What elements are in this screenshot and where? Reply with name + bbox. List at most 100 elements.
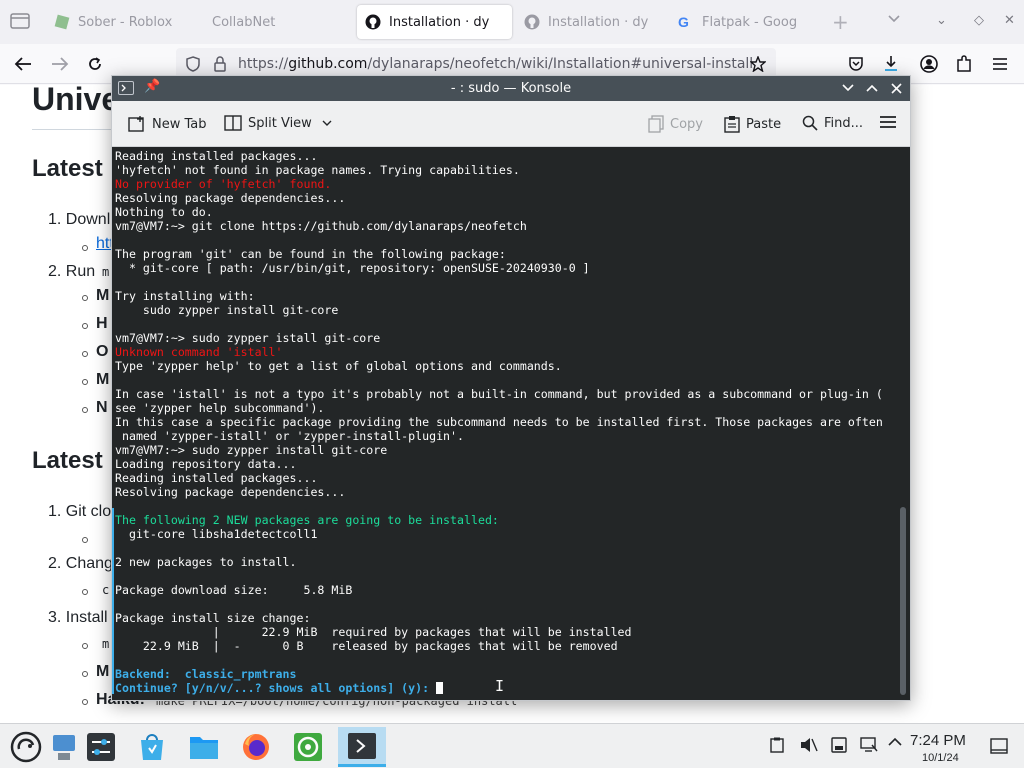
network-icon[interactable] <box>860 737 878 753</box>
tab-flatpak-google[interactable]: G Flatpak - Goog <box>670 5 820 39</box>
terminal-line: Reading installed packages... <box>115 149 318 163</box>
tab-installation[interactable]: Installation · dy <box>516 5 666 39</box>
new-tab-icon[interactable]: + <box>832 10 849 34</box>
tab-installation-active[interactable]: Installation · dy <box>357 5 512 39</box>
terminal-output[interactable]: Reading installed packages...'hyfetch' n… <box>112 147 910 700</box>
split-view-label: Split View <box>248 115 312 131</box>
section-heading-latest-git: Latest <box>32 447 103 474</box>
extensions-icon[interactable] <box>956 55 972 73</box>
list-bullet <box>82 379 88 385</box>
window-close-icon[interactable]: ✕ <box>1004 13 1015 28</box>
account-icon[interactable] <box>920 55 938 73</box>
konsole-titlebar[interactable]: 📌 - : sudo — Konsole <box>112 76 910 101</box>
inline-code: m <box>102 637 110 651</box>
list-bullet <box>82 351 88 357</box>
list-item: 2. Chang <box>48 555 113 572</box>
dolphin-folder-icon <box>190 737 218 759</box>
terminal-line: vm7@VM7:~> git clone https://github.com/… <box>115 219 527 233</box>
terminal-scrollbar[interactable] <box>900 507 906 695</box>
opensuse-logo-icon <box>10 731 42 763</box>
terminal-line: Resolving package dependencies... <box>115 191 346 205</box>
tab-sober-roblox[interactable]: Sober - Roblox <box>46 5 196 39</box>
list-item: M <box>96 371 110 388</box>
tab-collabnet[interactable]: CollabNet <box>204 5 350 39</box>
dolphin-button[interactable] <box>184 727 224 767</box>
list-bullet <box>82 643 88 649</box>
list-bullet <box>82 537 88 543</box>
konsole-button[interactable] <box>338 727 386 767</box>
firefox-icon <box>243 734 269 760</box>
find-button[interactable]: Find... <box>802 115 863 131</box>
system-settings-button[interactable] <box>81 727 121 767</box>
reload-button[interactable] <box>84 53 106 75</box>
peek-desktop-button[interactable] <box>44 727 84 767</box>
tab-label: Flatpak - Goog <box>702 14 798 30</box>
section-heading-latest: Latest <box>32 155 103 182</box>
window-maximize-icon[interactable]: ◇ <box>974 13 984 28</box>
github-favicon-icon <box>365 14 381 30</box>
show-desktop-corner-icon[interactable] <box>990 738 1008 754</box>
terminal-line: The following 2 NEW packages are going t… <box>115 513 499 527</box>
bookmark-star-icon[interactable] <box>750 56 766 72</box>
split-view-icon <box>224 115 242 131</box>
terminal-line: git-core libsha1detectcoll1 <box>115 527 318 541</box>
volume-muted-icon[interactable] <box>800 737 818 753</box>
google-favicon-icon: G <box>678 14 689 30</box>
konsole-menu-button[interactable] <box>879 115 897 129</box>
show-desktop-icon <box>53 735 75 760</box>
konsole-minimize-icon[interactable] <box>842 79 854 97</box>
konsole-maximize-icon[interactable] <box>866 79 878 97</box>
terminal-line: * git-core [ path: /usr/bin/git, reposit… <box>115 261 590 275</box>
konsole-close-icon[interactable] <box>891 79 902 98</box>
list-bullet <box>82 407 88 413</box>
terminal-line: Nothing to do. <box>115 205 213 219</box>
sober-button[interactable] <box>288 727 328 767</box>
split-view-button[interactable]: Split View <box>224 115 332 131</box>
back-button[interactable] <box>12 53 34 75</box>
reload-icon <box>89 57 101 70</box>
terminal-line: The program 'git' can be found in the fo… <box>115 247 506 261</box>
terminal-line: Try installing with: <box>115 289 255 303</box>
new-tab-button[interactable]: New Tab <box>128 115 207 133</box>
list-bullet <box>82 295 88 301</box>
forward-button[interactable] <box>49 53 71 75</box>
terminal-line: Package install size change: <box>115 611 311 625</box>
terminal-line: In case 'istall' is not a typo it's prob… <box>115 387 883 401</box>
clipboard-icon[interactable] <box>770 737 784 753</box>
list-item: M <box>96 663 110 680</box>
tab-label: Installation · dy <box>548 14 649 30</box>
firefox-button[interactable] <box>236 727 276 767</box>
clock-date[interactable]: 10/1/24 <box>922 752 959 764</box>
window-minimize-icon[interactable]: ⌄ <box>936 13 947 28</box>
chevron-down-icon <box>322 120 332 126</box>
downloads-icon[interactable] <box>883 55 899 73</box>
pocket-icon[interactable] <box>848 56 864 72</box>
url-text[interactable]: https://github.com/dylanaraps/neofetch/w… <box>238 56 753 72</box>
firefox-view-icon[interactable] <box>10 12 30 30</box>
konsole-title: - : sudo — Konsole <box>450 81 572 96</box>
copy-label: Copy <box>670 116 703 132</box>
terminal-line: | 22.9 MiB required by packages that wil… <box>115 625 632 639</box>
tray-expand-icon[interactable] <box>888 737 902 747</box>
list-item: H <box>96 315 108 332</box>
terminal-line: Package download size: 5.8 MiB <box>115 583 353 597</box>
terminal-line: Unknown command 'istall' <box>115 345 283 359</box>
inline-code: m <box>102 265 110 279</box>
terminal-line: No provider of 'hyfetch' found. <box>115 177 332 191</box>
application-launcher-button[interactable] <box>6 727 46 767</box>
clock-time[interactable]: 7:24 PM <box>910 732 966 749</box>
list-all-tabs-icon[interactable] <box>888 14 900 24</box>
paste-button[interactable]: Paste <box>724 115 781 133</box>
terminal-line: see 'zypper help subcommand'). <box>115 401 325 415</box>
discover-button[interactable] <box>132 727 172 767</box>
storage-icon[interactable] <box>831 737 847 753</box>
copy-button[interactable]: Copy <box>648 115 703 133</box>
new-tab-label: New Tab <box>152 116 207 132</box>
list-item: 1. Git clo <box>48 503 112 520</box>
hamburger-menu-icon[interactable] <box>992 57 1008 71</box>
search-icon <box>802 115 818 131</box>
